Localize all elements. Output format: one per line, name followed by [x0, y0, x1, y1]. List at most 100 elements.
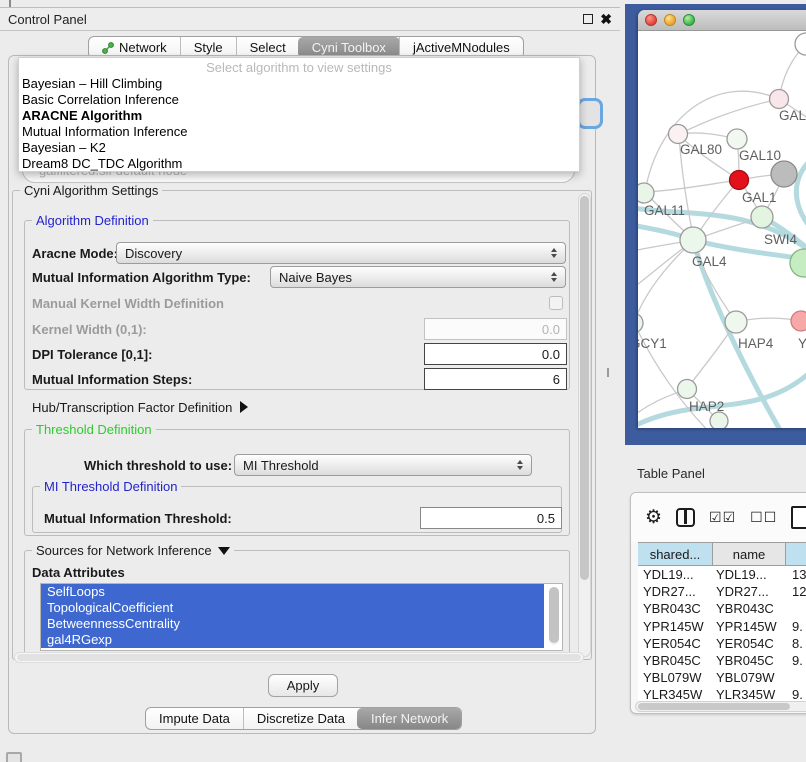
node-hap4[interactable]: [725, 311, 747, 333]
table-cell: YER054C: [638, 636, 713, 651]
mi-steps-label: Mutual Information Steps:: [32, 372, 192, 387]
bottom-tabbar: Impute Data Discretize Data Infer Networ…: [145, 707, 462, 730]
network-window[interactable]: GAL GAL80 GAL10 GAL1 GAL11 SWI4 GAL4 GCY…: [638, 10, 806, 428]
node-gal1[interactable]: [751, 206, 773, 228]
unchecked-checkboxes-icon[interactable]: ☐☐: [750, 509, 777, 526]
aracne-mode-label: Aracne Mode:: [32, 246, 118, 261]
aracne-mode-combo[interactable]: Discovery: [116, 242, 566, 264]
table-horizontal-scrollbar[interactable]: [635, 701, 806, 712]
table-cell: YDR27...: [713, 584, 786, 599]
float-panel-icon[interactable]: [583, 14, 593, 24]
algorithm-option[interactable]: Basic Correlation Inference: [19, 92, 579, 108]
table-cell: YPR145W: [713, 619, 786, 634]
window-zoom-traffic-icon[interactable]: [683, 14, 695, 26]
table-cell: YBL079W: [713, 670, 786, 685]
algorithm-option[interactable]: Bayesian – Hill Climbing: [19, 76, 579, 92]
table-cell: 13: [786, 567, 806, 582]
hub-definition-toggle[interactable]: Hub/Transcription Factor Definition: [32, 400, 248, 415]
app-canvas: Control Panel ✖ Network Style Select Cyn…: [0, 0, 806, 762]
column-header-partial[interactable]: [786, 543, 806, 565]
kernel-width-field[interactable]: 0.0: [424, 318, 567, 340]
close-panel-icon[interactable]: ✖: [600, 14, 612, 24]
list-scrollbar[interactable]: [549, 587, 559, 645]
mi-threshold-field[interactable]: 0.5: [420, 507, 562, 529]
column-header-shared[interactable]: shared...: [638, 543, 713, 565]
algorithm-option[interactable]: Mutual Information Inference: [19, 124, 579, 140]
list-item[interactable]: gal4RGexp: [41, 632, 544, 648]
tab-network-label: Network: [119, 40, 167, 55]
table-row[interactable]: YBL079WYBL079W: [638, 669, 806, 686]
manual-kernel-width-label: Manual Kernel Width Definition: [32, 296, 224, 311]
bottom-left-panel-icon[interactable]: [6, 752, 22, 762]
list-item[interactable]: SelfLoops: [41, 584, 544, 600]
mi-steps-field[interactable]: 6: [424, 368, 567, 390]
table-row[interactable]: YER054CYER054C8.: [638, 635, 806, 652]
table-row[interactable]: YBR045CYBR045C9.: [638, 652, 806, 669]
manual-kernel-width-checkbox[interactable]: [549, 296, 563, 310]
combo-stepper-icon: [517, 460, 523, 470]
window-close-traffic-icon[interactable]: [645, 14, 657, 26]
node-label: GAL11: [644, 203, 685, 218]
algorithm-popup-prompt: Select algorithm to view settings: [19, 59, 579, 76]
node-salmon[interactable]: [791, 311, 806, 331]
data-attributes-list[interactable]: SelfLoops TopologicalCoefficient Between…: [40, 583, 563, 651]
node-gal11[interactable]: [638, 183, 654, 203]
sources-group-title[interactable]: Sources for Network Inference: [32, 543, 234, 558]
table-panel-title: Table Panel: [637, 466, 705, 481]
table-cell: 8.: [786, 636, 806, 651]
settings-vertical-scrollbar[interactable]: [578, 193, 591, 657]
algorithm-option[interactable]: Bayesian – K2: [19, 140, 579, 156]
mi-algorithm-type-value: Naive Bayes: [279, 270, 352, 285]
table-row[interactable]: YDL19...YDL19...13: [638, 566, 806, 583]
apply-button[interactable]: Apply: [268, 674, 338, 697]
table-row[interactable]: YPR145WYPR145W9.: [638, 618, 806, 635]
algorithm-option[interactable]: Dream8 DC_TDC Algorithm: [19, 156, 579, 172]
mi-algorithm-type-combo[interactable]: Naive Bayes: [270, 266, 566, 288]
tab-discretize-data[interactable]: Discretize Data: [243, 708, 358, 729]
node-red-selected[interactable]: [730, 171, 749, 190]
which-threshold-combo[interactable]: MI Threshold: [234, 454, 532, 476]
dpi-tolerance-label: DPI Tolerance [0,1]:: [32, 347, 152, 362]
node-label: GAL10: [739, 148, 781, 163]
network-canvas[interactable]: GAL GAL80 GAL10 GAL1 GAL11 SWI4 GAL4 GCY…: [638, 31, 806, 428]
node-hap2[interactable]: [678, 380, 697, 399]
tab-cyni-toolbox-label: Cyni Toolbox: [312, 40, 386, 55]
node-label: SWI4: [764, 232, 797, 247]
algorithm-option-selected[interactable]: ARACNE Algorithm: [19, 108, 579, 124]
table-cell: YBR043C: [638, 601, 713, 616]
node-gal4[interactable]: [680, 227, 706, 253]
node-gal80[interactable]: [669, 125, 688, 144]
node-swi4[interactable]: [790, 249, 806, 277]
node-gal10[interactable]: [727, 129, 747, 149]
collapsed-arrow-icon: [240, 401, 248, 413]
node-label: GAL1: [742, 190, 777, 205]
table-row[interactable]: YBR043CYBR043C: [638, 600, 806, 617]
table-row[interactable]: YDR27...YDR27...12: [638, 583, 806, 600]
node-gray[interactable]: [771, 161, 797, 187]
node-label: GAL: [779, 108, 806, 123]
mi-threshold-label: Mutual Information Threshold:: [44, 511, 232, 526]
node-gal-partial[interactable]: [770, 90, 789, 109]
tab-infer-network[interactable]: Infer Network: [357, 708, 462, 729]
node-unlabeled[interactable]: [795, 33, 806, 55]
node-bottom-partial[interactable]: [710, 412, 728, 428]
window-minimize-traffic-icon[interactable]: [664, 14, 676, 26]
kernel-width-label: Kernel Width (0,1):: [32, 322, 147, 337]
gear-icon[interactable]: ⚙: [645, 508, 662, 527]
settings-horizontal-scrollbar[interactable]: [14, 652, 584, 663]
table-cell: YPR145W: [638, 619, 713, 634]
checked-checkboxes-icon[interactable]: ☑☑: [709, 509, 736, 526]
list-item[interactable]: TopologicalCoefficient: [41, 600, 544, 616]
columns-icon[interactable]: [676, 508, 695, 527]
dpi-tolerance-field[interactable]: 0.0: [424, 343, 567, 365]
document-icon[interactable]: [791, 506, 806, 529]
tab-impute-data[interactable]: Impute Data: [146, 708, 243, 729]
node-label: Y: [798, 336, 806, 351]
combo-stepper-icon: [551, 248, 557, 258]
node-gcy1[interactable]: [638, 313, 643, 333]
table-row[interactable]: YLR345WYLR345W9.: [638, 686, 806, 701]
inference-algorithm-combo-fragment[interactable]: [577, 98, 603, 129]
list-item[interactable]: BetweennessCentrality: [41, 616, 544, 632]
table-cell: 9.: [786, 619, 806, 634]
column-header-name[interactable]: name: [713, 543, 786, 565]
